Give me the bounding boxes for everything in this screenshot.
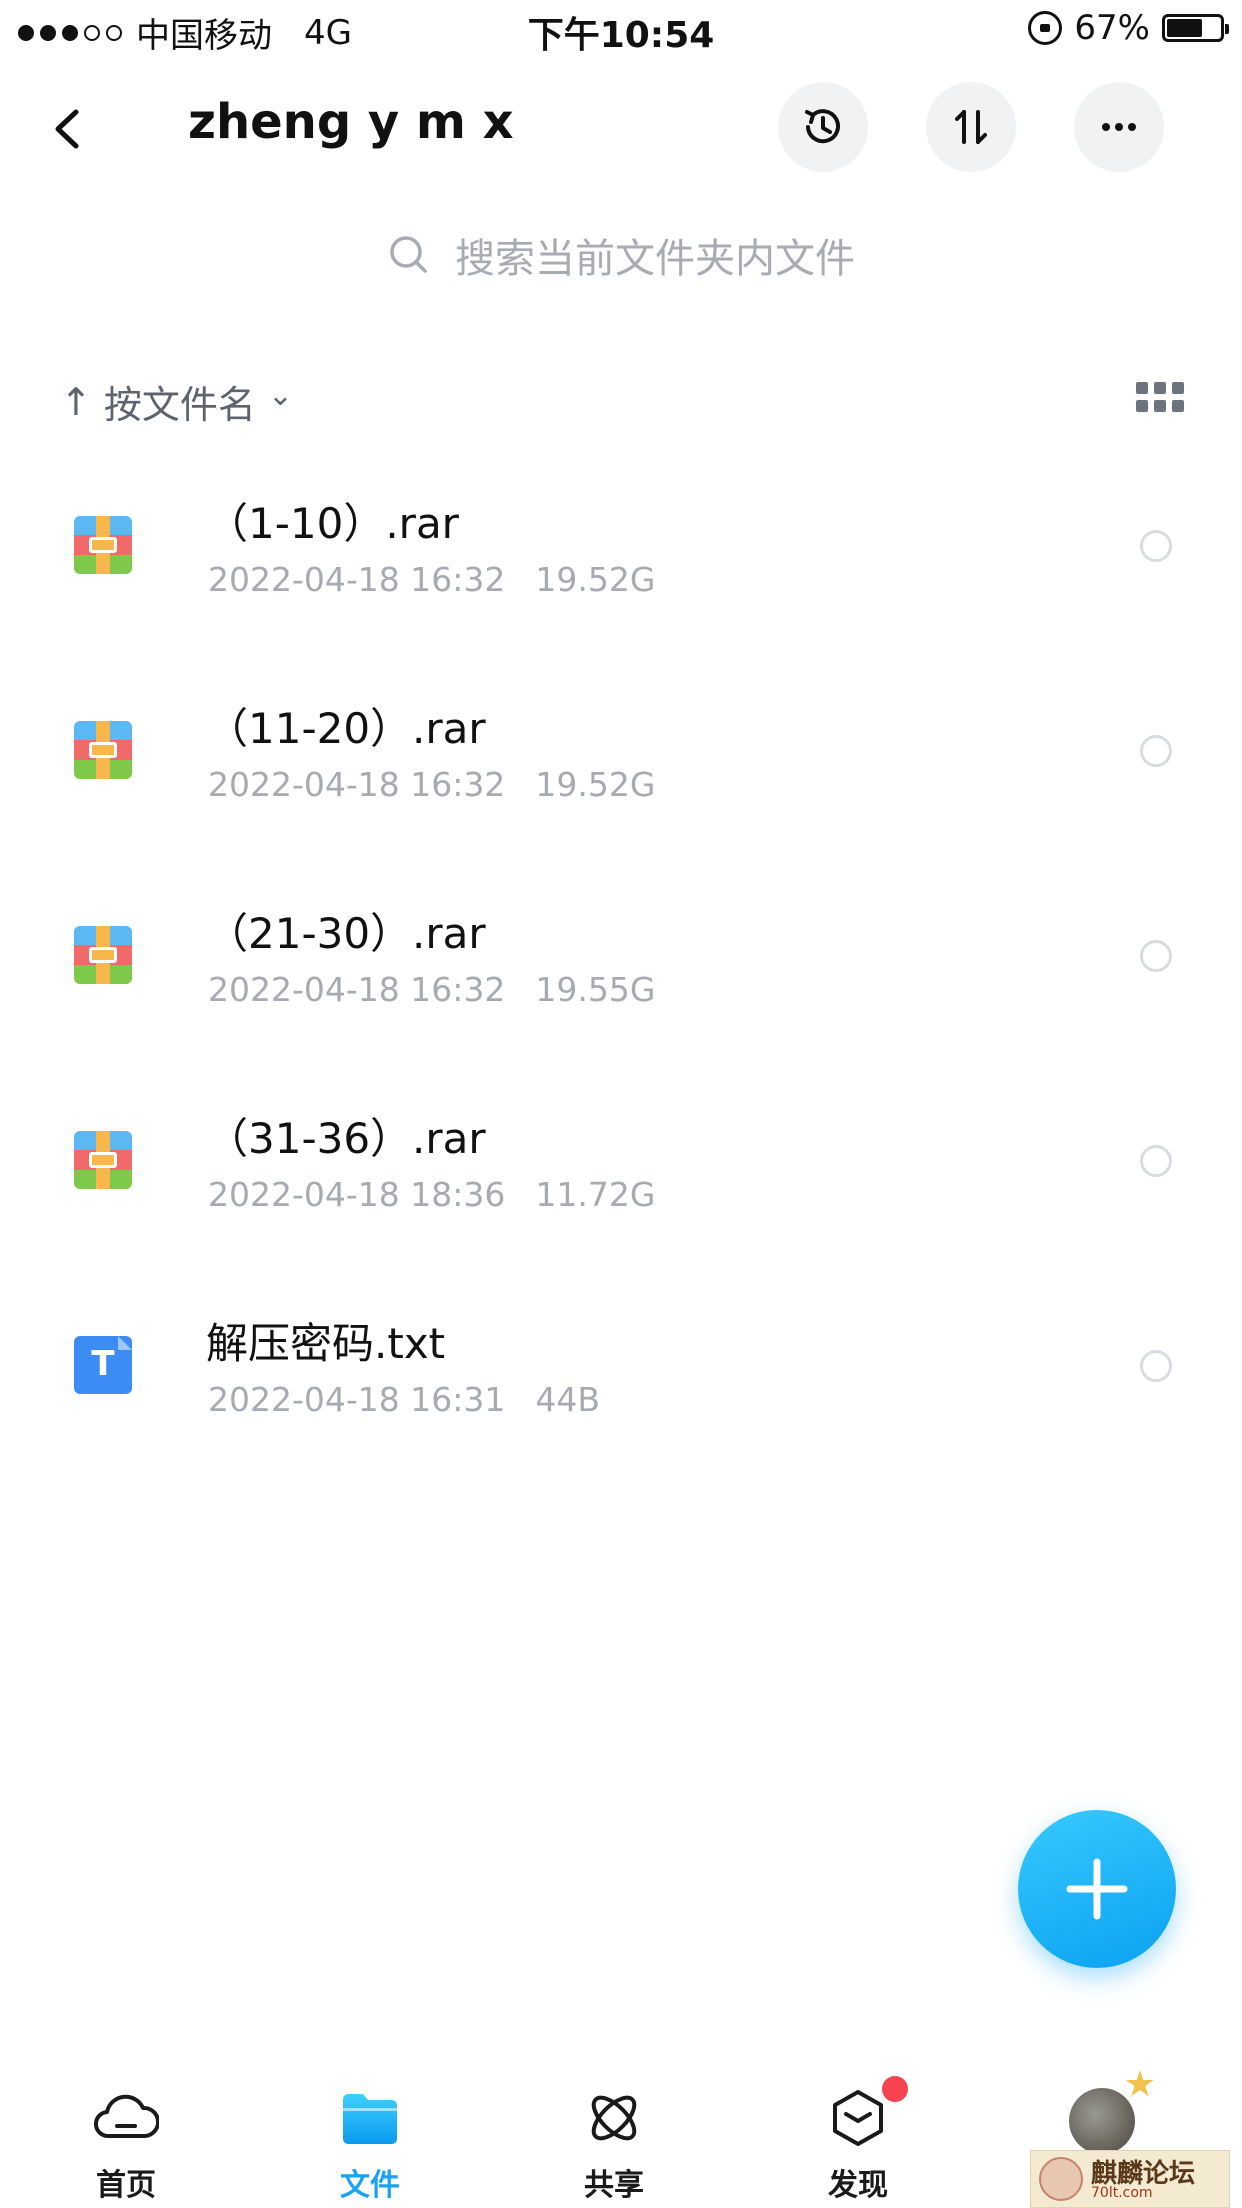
sort-arrow-up-icon: ↑ (60, 379, 92, 424)
chevron-left-icon (55, 109, 79, 149)
file-row[interactable]: （1-10）.rar 2022-04-18 16:32 19.52G (0, 466, 1242, 671)
back-button[interactable] (50, 106, 84, 149)
sort-label: 按文件名 (103, 383, 256, 427)
file-meta: 2022-04-18 16:32 19.52G (208, 765, 655, 804)
file-name: 解压密码.txt (206, 1319, 446, 1368)
file-meta: 2022-04-18 18:36 11.72G (208, 1175, 655, 1214)
battery-icon (1162, 14, 1229, 42)
file-row[interactable]: （21-30）.rar 2022-04-18 16:32 19.55G (0, 876, 1242, 1081)
file-name: （1-10）.rar (206, 499, 459, 548)
battery-percent: 67% (1074, 8, 1150, 48)
tab-discover[interactable]: 发现 (778, 2040, 938, 2208)
file-name: （21-30）.rar (206, 909, 486, 958)
folder-icon (343, 2094, 397, 2144)
file-size: 44B (535, 1380, 601, 1419)
rar-archive-icon (74, 721, 132, 779)
file-meta: 2022-04-18 16:31 44B (208, 1380, 600, 1419)
page-title: zheng y m x (188, 94, 514, 150)
cube-icon (833, 2090, 883, 2146)
file-size: 19.55G (535, 970, 656, 1009)
file-date: 2022-04-18 16:31 (208, 1380, 506, 1419)
rar-archive-icon (74, 516, 132, 574)
tab-label: 首页 (96, 2168, 156, 2203)
orbit-icon (591, 2095, 637, 2141)
watermark-subtitle: 70lt.com (1091, 2185, 1153, 2201)
cloud-icon (94, 2094, 159, 2139)
notification-badge (882, 2076, 908, 2102)
file-row[interactable]: （31-36）.rar 2022-04-18 18:36 11.72G (0, 1081, 1242, 1286)
file-date: 2022-04-18 18:36 (208, 1175, 506, 1214)
search-icon (390, 236, 427, 273)
select-radio[interactable] (1140, 735, 1172, 767)
file-meta: 2022-04-18 16:32 19.52G (208, 560, 655, 599)
search-placeholder: 搜索当前文件夹内文件 (455, 236, 855, 282)
more-button[interactable] (1074, 82, 1164, 172)
forum-watermark: 麒麟论坛 70lt.com (1030, 2150, 1230, 2208)
star-icon: ★ (1123, 2064, 1156, 2105)
file-date: 2022-04-18 16:32 (208, 560, 506, 599)
tab-label: 共享 (584, 2168, 644, 2203)
file-name: （31-36）.rar (206, 1114, 486, 1163)
transfer-button[interactable] (926, 82, 1016, 172)
grid-view-icon[interactable] (1136, 382, 1184, 414)
history-icon (805, 109, 840, 144)
rar-archive-icon (74, 926, 132, 984)
sort-by-filename-button[interactable]: ↑ 按文件名 ⌄ (60, 374, 293, 429)
tab-label: 文件 (340, 2168, 400, 2203)
status-bar: 中国移动 4G 下午10:54 67% (0, 0, 1242, 60)
sort-bar: ↑ 按文件名 ⌄ (60, 370, 1184, 430)
select-radio[interactable] (1140, 1145, 1172, 1177)
tab-files[interactable]: 文件 (290, 2040, 450, 2208)
add-button[interactable] (1018, 1810, 1176, 1968)
file-list: （1-10）.rar 2022-04-18 16:32 19.52G （11-20… (0, 466, 1242, 1491)
file-size: 11.72G (535, 1175, 656, 1214)
select-radio[interactable] (1140, 1350, 1172, 1382)
rar-archive-icon (74, 1131, 132, 1189)
tab-label: 发现 (828, 2168, 888, 2203)
chevron-down-icon: ⌄ (267, 378, 293, 413)
select-radio[interactable] (1140, 940, 1172, 972)
file-date: 2022-04-18 16:32 (208, 765, 506, 804)
tab-share[interactable]: 共享 (534, 2040, 694, 2208)
file-size: 19.52G (535, 765, 656, 804)
search-bar[interactable]: 搜索当前文件夹内文件 (0, 220, 1242, 290)
file-row[interactable]: （11-20）.rar 2022-04-18 16:32 19.52G (0, 671, 1242, 876)
file-meta: 2022-04-18 16:32 19.55G (208, 970, 655, 1009)
watermark-logo-icon (1039, 2157, 1083, 2201)
file-size: 19.52G (535, 560, 656, 599)
file-row[interactable]: T 解压密码.txt 2022-04-18 16:31 44B (0, 1286, 1242, 1491)
more-dots-icon (1102, 123, 1136, 131)
nav-bar: zheng y m x (0, 70, 1242, 180)
history-button[interactable] (778, 82, 868, 172)
status-right: 67% (1028, 8, 1229, 48)
tab-home[interactable]: 首页 (46, 2040, 206, 2208)
text-file-icon: T (74, 1336, 132, 1394)
plus-icon (1066, 1858, 1128, 1920)
rotation-lock-icon (1028, 11, 1063, 45)
file-name: （11-20）.rar (206, 704, 486, 753)
file-date: 2022-04-18 16:32 (208, 970, 506, 1009)
select-radio[interactable] (1140, 530, 1172, 562)
sort-arrows-icon (955, 110, 987, 144)
